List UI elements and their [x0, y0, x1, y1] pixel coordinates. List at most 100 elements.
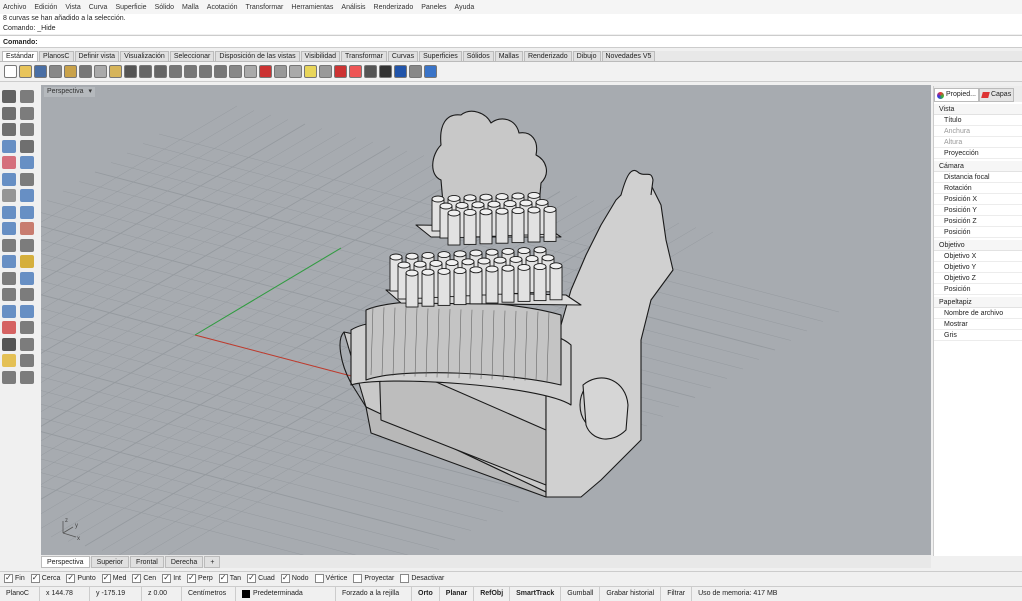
panel-property-row[interactable]: Objetivo X — [934, 251, 1022, 262]
rotate-view-icon[interactable] — [154, 65, 167, 78]
ellipse-icon[interactable] — [20, 123, 34, 136]
dimension-icon[interactable] — [2, 337, 16, 351]
osnap-checkbox[interactable] — [218, 573, 228, 583]
join-icon[interactable] — [2, 271, 16, 285]
osnap-option[interactable]: Fin — [4, 573, 25, 583]
panel-property-row[interactable]: Proyección — [934, 148, 1022, 159]
menu-item[interactable]: Edición — [34, 4, 57, 11]
mirror-icon[interactable] — [20, 304, 34, 318]
layer-display[interactable]: Predeterminada — [236, 586, 336, 601]
loft-icon[interactable] — [20, 189, 34, 202]
polygon-icon[interactable] — [2, 156, 16, 169]
osnap-checkbox[interactable] — [4, 573, 13, 583]
command-line[interactable]: Comando: — [0, 35, 1022, 48]
copy-icon[interactable] — [94, 65, 107, 78]
toolbar-tab[interactable]: Curvas — [387, 51, 419, 61]
fillet-icon[interactable] — [20, 156, 34, 169]
arc-icon[interactable] — [2, 139, 16, 153]
osnap-option[interactable]: Tan — [218, 573, 241, 583]
toolbar-tab[interactable]: Estándar — [2, 51, 39, 61]
check-icon[interactable] — [2, 354, 16, 367]
osnap-checkbox[interactable] — [400, 574, 410, 583]
osnap-checkbox[interactable] — [30, 573, 40, 583]
gear-icon[interactable] — [409, 65, 422, 78]
zoom-extents-icon[interactable] — [199, 65, 212, 78]
perspective-viewport[interactable]: z y x Perspectiva ▾ — [41, 85, 931, 555]
paste-icon[interactable] — [109, 65, 122, 78]
select-icon[interactable] — [244, 65, 257, 78]
grid-snap-toggle[interactable]: Forzado a la rejilla — [336, 586, 412, 601]
menu-item[interactable]: Análisis — [341, 4, 365, 11]
units-display[interactable]: Centímetros — [182, 586, 236, 601]
viewport-tab[interactable]: Superior — [90, 555, 130, 568]
hide-icon[interactable] — [334, 65, 347, 78]
osnap-option[interactable]: Med — [101, 573, 126, 583]
open-file-icon[interactable] — [19, 65, 32, 78]
offset-icon[interactable] — [2, 172, 16, 186]
osnap-toggle[interactable]: RefObj — [474, 586, 511, 601]
panel-property-row[interactable]: Rotación — [934, 183, 1022, 194]
osnap-option[interactable]: Nodo — [280, 573, 309, 583]
add-viewport-tab[interactable]: + — [204, 555, 221, 568]
grid-icon[interactable] — [289, 65, 302, 78]
print-icon[interactable] — [49, 65, 62, 78]
toolbar-tab[interactable]: Transformar — [341, 51, 387, 61]
osnap-checkbox[interactable] — [101, 573, 111, 583]
osnap-option[interactable]: Vértice — [314, 574, 347, 583]
menu-item[interactable]: Paneles — [421, 4, 446, 11]
circle-icon[interactable] — [2, 123, 16, 136]
render-icon[interactable] — [379, 65, 392, 78]
toolbar-tab[interactable]: Superficies — [419, 51, 462, 61]
osnap-checkbox[interactable] — [247, 573, 257, 583]
sphere-icon[interactable] — [20, 205, 34, 219]
zoom-window-icon[interactable] — [184, 65, 197, 78]
align-icon[interactable] — [20, 321, 34, 334]
rectangle-icon[interactable] — [20, 139, 34, 153]
menu-item[interactable]: Transformar — [246, 4, 284, 11]
menu-item[interactable]: Renderizado — [374, 4, 414, 11]
undo-icon[interactable] — [124, 65, 137, 78]
osnap-option[interactable]: Int — [162, 573, 181, 583]
gumball-toggle[interactable]: Gumball — [561, 586, 601, 601]
scale-icon[interactable] — [2, 304, 16, 318]
toolbar-tab[interactable]: Sólidos — [462, 51, 494, 61]
material-icon[interactable] — [394, 65, 407, 78]
pan-icon[interactable] — [139, 65, 152, 78]
lock-icon[interactable] — [319, 65, 332, 78]
shade-icon[interactable] — [364, 65, 377, 78]
move-icon[interactable] — [2, 288, 16, 301]
viewport-tab[interactable]: Frontal — [130, 555, 164, 568]
panel-property-row[interactable]: Objetivo Y — [934, 262, 1022, 273]
menu-item[interactable]: Acotación — [207, 4, 238, 11]
viewport-tab[interactable]: Derecha — [164, 555, 204, 568]
osnap-checkbox[interactable] — [314, 574, 324, 583]
help-icon[interactable] — [424, 65, 437, 78]
menu-item[interactable]: Malla — [182, 4, 199, 11]
panel-section-header[interactable]: Papeltapiz — [934, 297, 1022, 308]
menu-item[interactable]: Curva — [89, 4, 108, 11]
light-icon[interactable] — [304, 65, 317, 78]
toolbar-tab[interactable]: PlanosC — [39, 51, 74, 61]
color-wheel-icon[interactable] — [349, 65, 362, 78]
ortho-toggle[interactable]: Orto — [412, 586, 440, 601]
panel-property-row[interactable]: Nombre de archivo — [934, 308, 1022, 319]
cplane-indicator[interactable]: PlanoC — [0, 586, 40, 601]
record-history-toggle[interactable]: Grabar historial — [600, 586, 662, 601]
toolbar-tab[interactable]: Novedades V5 — [601, 51, 656, 61]
surface-icon[interactable] — [20, 222, 34, 235]
filter-button[interactable]: Filtrar — [661, 586, 693, 601]
panel-section-header[interactable]: Cámara — [934, 161, 1022, 172]
viewport-title[interactable]: Perspectiva ▾ — [44, 87, 96, 97]
cut-icon[interactable] — [79, 65, 92, 78]
panel-property-row[interactable]: Posición Z — [934, 216, 1022, 227]
osnap-option[interactable]: Proyectar — [353, 574, 394, 583]
panel-property-row[interactable]: Anchura — [934, 126, 1022, 137]
analyze-icon[interactable] — [20, 354, 34, 367]
panel-property-row[interactable]: Altura — [934, 137, 1022, 148]
menu-item[interactable]: Superficie — [115, 4, 146, 11]
fillet-edge-icon[interactable] — [20, 238, 34, 252]
new-file-icon[interactable] — [4, 65, 17, 78]
layout-icon[interactable] — [20, 370, 34, 384]
cplane-icon[interactable] — [274, 65, 287, 78]
panel-property-row[interactable]: Distancia focal — [934, 172, 1022, 183]
